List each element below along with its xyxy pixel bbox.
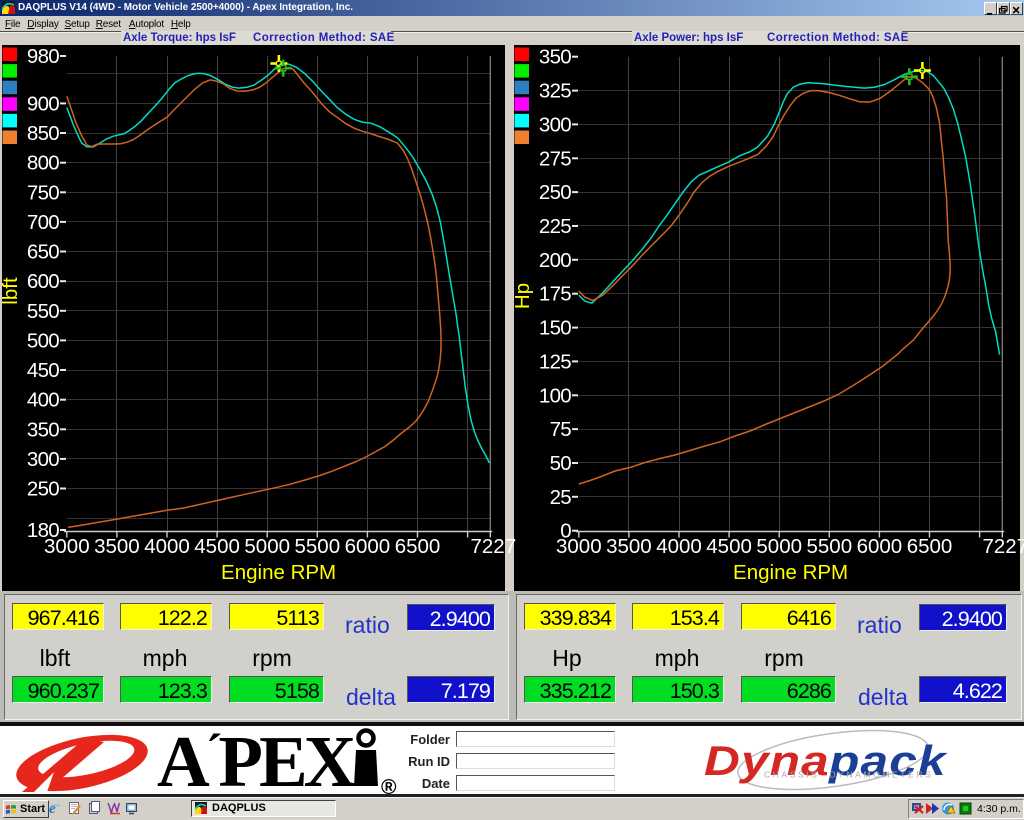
svg-text:3500: 3500 (94, 535, 140, 558)
svg-text:CHASSIS DYNAMOMETERS: CHASSIS DYNAMOMETERS (764, 770, 933, 780)
svg-text:6500: 6500 (907, 535, 953, 558)
svg-text:3000: 3000 (556, 535, 602, 558)
svg-text:5000: 5000 (244, 535, 290, 558)
svg-text:4500: 4500 (194, 535, 240, 558)
svg-text:25: 25 (550, 486, 572, 509)
svg-text:7227: 7227 (982, 535, 1024, 558)
svg-text:900: 900 (27, 92, 59, 115)
svg-text:6000: 6000 (345, 535, 391, 558)
svg-text:250: 250 (27, 478, 59, 501)
svg-text:4000: 4000 (144, 535, 190, 558)
svg-text:225: 225 (539, 215, 571, 238)
svg-text:3000: 3000 (44, 535, 90, 558)
svg-text:300: 300 (27, 448, 59, 471)
svg-text:350: 350 (539, 46, 571, 69)
svg-text:6500: 6500 (395, 535, 441, 558)
svg-text:850: 850 (27, 122, 59, 145)
svg-text:500: 500 (27, 329, 59, 352)
svg-text:300: 300 (539, 113, 571, 136)
svg-text:200: 200 (539, 249, 571, 272)
svg-text:4000: 4000 (656, 535, 702, 558)
svg-text:150: 150 (539, 317, 571, 340)
svg-text:5500: 5500 (806, 535, 852, 558)
svg-text:Hp: Hp (511, 283, 534, 309)
svg-text:275: 275 (539, 147, 571, 170)
svg-text:5500: 5500 (294, 535, 340, 558)
svg-text:750: 750 (27, 181, 59, 204)
svg-text:Engine RPM: Engine RPM (221, 561, 336, 584)
svg-text:450: 450 (27, 359, 59, 382)
svg-text:125: 125 (539, 350, 571, 373)
svg-text:lbft: lbft (0, 277, 22, 305)
svg-text:175: 175 (539, 283, 571, 306)
svg-text:75: 75 (550, 418, 572, 441)
svg-text:350: 350 (27, 418, 59, 441)
svg-text:6000: 6000 (857, 535, 903, 558)
svg-text:550: 550 (27, 300, 59, 323)
svg-text:e: e (49, 801, 56, 816)
svg-text:7227: 7227 (470, 535, 516, 558)
svg-text:980: 980 (27, 45, 59, 68)
svg-text:A´PEX: A´PEX (157, 726, 356, 795)
svg-text:3500: 3500 (606, 535, 652, 558)
svg-text:4500: 4500 (706, 535, 752, 558)
svg-text:50: 50 (550, 452, 572, 475)
svg-text:400: 400 (27, 389, 59, 412)
svg-text:800: 800 (27, 152, 59, 175)
svg-text:700: 700 (27, 211, 59, 234)
svg-text:325: 325 (539, 80, 571, 103)
svg-text:100: 100 (539, 384, 571, 407)
svg-text:250: 250 (539, 181, 571, 204)
svg-text:5000: 5000 (756, 535, 802, 558)
svg-text:600: 600 (27, 270, 59, 293)
svg-text:650: 650 (27, 241, 59, 264)
svg-text:Engine RPM: Engine RPM (733, 561, 848, 584)
